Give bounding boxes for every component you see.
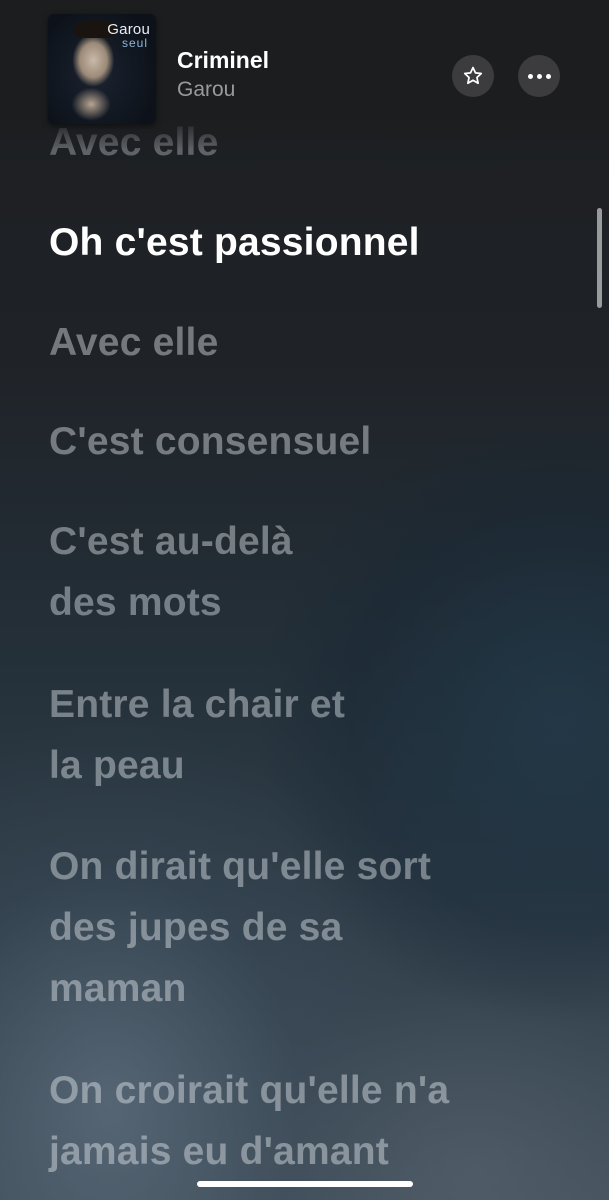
album-art-title: seul — [121, 36, 148, 50]
lyrics-view[interactable]: Avec elle Oh c'est passionnel Avec elle … — [0, 0, 609, 1200]
album-art[interactable]: Garou seul — [48, 14, 156, 124]
lyric-line[interactable]: Entre la chair et la peau — [49, 674, 579, 796]
star-outline-icon — [462, 65, 484, 87]
lyric-line[interactable]: Avec elle — [49, 312, 579, 373]
home-indicator[interactable] — [197, 1181, 413, 1187]
ellipsis-icon — [527, 73, 551, 79]
scroll-indicator[interactable] — [597, 208, 602, 308]
track-artist[interactable]: Garou — [177, 78, 235, 102]
lyric-line[interactable]: C'est consensuel — [49, 411, 579, 472]
track-title[interactable]: Criminel — [177, 47, 269, 74]
favorite-button[interactable] — [452, 55, 494, 97]
more-options-button[interactable] — [518, 55, 560, 97]
now-playing-header: Garou seul Criminel Garou — [0, 0, 609, 130]
lyric-line[interactable]: On dirait qu'elle sort des jupes de sa m… — [49, 836, 579, 1019]
lyric-line[interactable]: C'est au-delà des mots — [49, 511, 579, 633]
lyric-line[interactable]: On croirait qu'elle n'a jamais eu d'aman… — [49, 1060, 579, 1182]
lyric-line-current[interactable]: Oh c'est passionnel — [49, 212, 579, 273]
